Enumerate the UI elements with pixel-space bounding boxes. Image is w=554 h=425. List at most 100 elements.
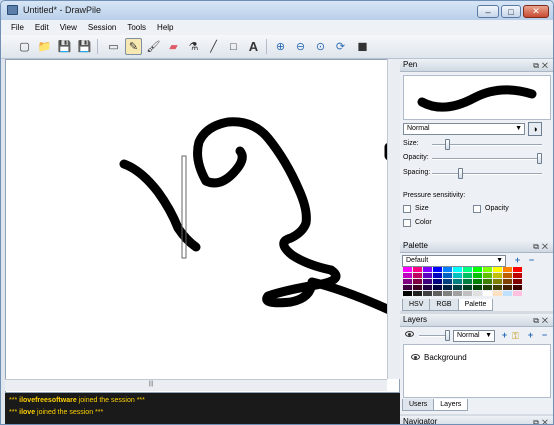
menu-session[interactable]: Session (88, 23, 116, 32)
palette-swatch[interactable] (433, 291, 442, 296)
palette-swatch[interactable] (423, 291, 432, 296)
palette-swatch[interactable] (463, 291, 472, 296)
palette-swatch[interactable] (473, 291, 482, 296)
scroll-grip[interactable]: ||| (141, 381, 161, 390)
palette-swatch[interactable] (453, 279, 462, 284)
menu-file[interactable]: File (11, 23, 24, 32)
palette-swatch[interactable] (413, 273, 422, 278)
pen-tool[interactable]: ✎ (125, 38, 142, 55)
palette-select[interactable]: Default ▼ (402, 255, 506, 267)
maximize-button[interactable]: □ (501, 5, 521, 18)
palette-swatch[interactable] (433, 279, 442, 284)
brush-tool[interactable]: 🖌 (145, 38, 162, 55)
palette-swatch[interactable] (463, 267, 472, 272)
rotate-button[interactable]: ⟳ (332, 38, 349, 55)
palette-swatch[interactable] (473, 273, 482, 278)
rectangle-tool[interactable]: □ (225, 38, 242, 55)
zoom-out-button[interactable]: ⊖ (292, 38, 309, 55)
panel-controls[interactable]: ⧉✕ (533, 241, 551, 253)
palette-swatch[interactable] (473, 285, 482, 290)
palette-swatch[interactable] (483, 273, 492, 278)
palette-swatch[interactable] (403, 285, 412, 290)
palette-swatch[interactable] (503, 267, 512, 272)
palette-swatch[interactable] (493, 285, 502, 290)
layer-item[interactable]: Background (408, 351, 553, 364)
layer-opacity-thumb[interactable] (445, 330, 450, 341)
palette-swatch[interactable] (413, 279, 422, 284)
palette-swatch[interactable] (423, 267, 432, 272)
spacing-slider[interactable] (432, 173, 542, 175)
add-palette-icon[interactable]: + (513, 256, 522, 265)
palette-swatch[interactable] (463, 279, 472, 284)
palette-swatch[interactable] (483, 285, 492, 290)
zoom-reset-button[interactable]: ⊙ (312, 38, 329, 55)
palette-swatch[interactable] (403, 267, 412, 272)
palette-swatch[interactable] (513, 291, 522, 296)
palette-swatch[interactable] (483, 279, 492, 284)
palette-swatch[interactable] (453, 273, 462, 278)
add-layer-icon[interactable]: + (500, 331, 509, 340)
layer-visibility-icon[interactable] (405, 331, 414, 337)
palette-swatch[interactable] (413, 267, 422, 272)
palette-swatch[interactable] (493, 273, 502, 278)
tab-rgb[interactable]: RGB (429, 299, 459, 311)
palette-swatch[interactable] (503, 279, 512, 284)
horizontal-scrollbar[interactable]: ||| (5, 379, 387, 391)
palette-swatch[interactable] (493, 279, 502, 284)
palette-swatch[interactable] (513, 273, 522, 278)
palette-swatch[interactable] (423, 273, 432, 278)
palette-swatch[interactable] (443, 279, 452, 284)
pressure-size-checkbox[interactable] (403, 205, 411, 213)
palette-swatch[interactable] (493, 267, 502, 272)
palette-swatch[interactable] (423, 279, 432, 284)
close-button[interactable]: ✕ (523, 5, 549, 18)
menu-edit[interactable]: Edit (35, 23, 49, 32)
palette-swatch[interactable] (473, 267, 482, 272)
zoom-in-button[interactable]: ⊕ (272, 38, 289, 55)
palette-swatch[interactable] (513, 267, 522, 272)
panel-controls[interactable]: ⧉✕ (533, 315, 551, 327)
spacing-slider-thumb[interactable] (458, 168, 464, 179)
open-button[interactable]: 📁 (36, 38, 53, 55)
palette-swatch[interactable] (443, 273, 452, 278)
duplicate-layer-icon[interactable]: + (526, 331, 535, 340)
size-slider-thumb[interactable] (444, 139, 450, 150)
pressure-color-checkbox[interactable] (403, 219, 411, 227)
pressure-opacity-checkbox[interactable] (473, 205, 481, 213)
drawing-canvas[interactable] (5, 59, 400, 393)
opacity-slider[interactable] (432, 158, 542, 160)
panel-controls[interactable]: ⧉✕ (533, 417, 551, 424)
palette-swatch[interactable] (503, 291, 512, 296)
palette-swatch[interactable] (453, 267, 462, 272)
eye-icon[interactable] (411, 354, 420, 360)
palette-swatch[interactable] (413, 291, 422, 296)
menu-tools[interactable]: Tools (127, 23, 146, 32)
palette-swatch[interactable] (443, 267, 452, 272)
eraser-mode-button[interactable]: ◑ (528, 122, 542, 136)
palette-swatch[interactable] (483, 267, 492, 272)
eraser-tool[interactable]: ▰ (165, 38, 182, 55)
add-folder-icon[interactable]: ⚿ (512, 331, 519, 342)
tab-hsv[interactable]: HSV (402, 299, 431, 311)
remove-layer-icon[interactable]: − (540, 331, 549, 340)
palette-swatch[interactable] (493, 291, 502, 296)
palette-swatch[interactable] (503, 285, 512, 290)
palette-swatches[interactable] (403, 267, 523, 297)
color-picker-tool[interactable]: ⚗ (185, 38, 202, 55)
palette-swatch[interactable] (453, 285, 462, 290)
palette-swatch[interactable] (443, 285, 452, 290)
palette-swatch[interactable] (513, 285, 522, 290)
text-tool[interactable]: A (245, 38, 262, 55)
selection-tool[interactable]: ▭ (105, 38, 122, 55)
menu-help[interactable]: Help (157, 23, 173, 32)
minimize-button[interactable]: – (477, 5, 499, 18)
palette-swatch[interactable] (403, 279, 412, 284)
palette-swatch[interactable] (413, 285, 422, 290)
palette-swatch[interactable] (463, 273, 472, 278)
tab-users[interactable]: Users (402, 399, 435, 411)
menu-view[interactable]: View (60, 23, 77, 32)
vertical-scrollbar[interactable] (387, 59, 400, 379)
palette-swatch[interactable] (433, 273, 442, 278)
save-as-button[interactable]: 💾 (76, 38, 93, 55)
tab-layers[interactable]: Layers (433, 399, 469, 411)
